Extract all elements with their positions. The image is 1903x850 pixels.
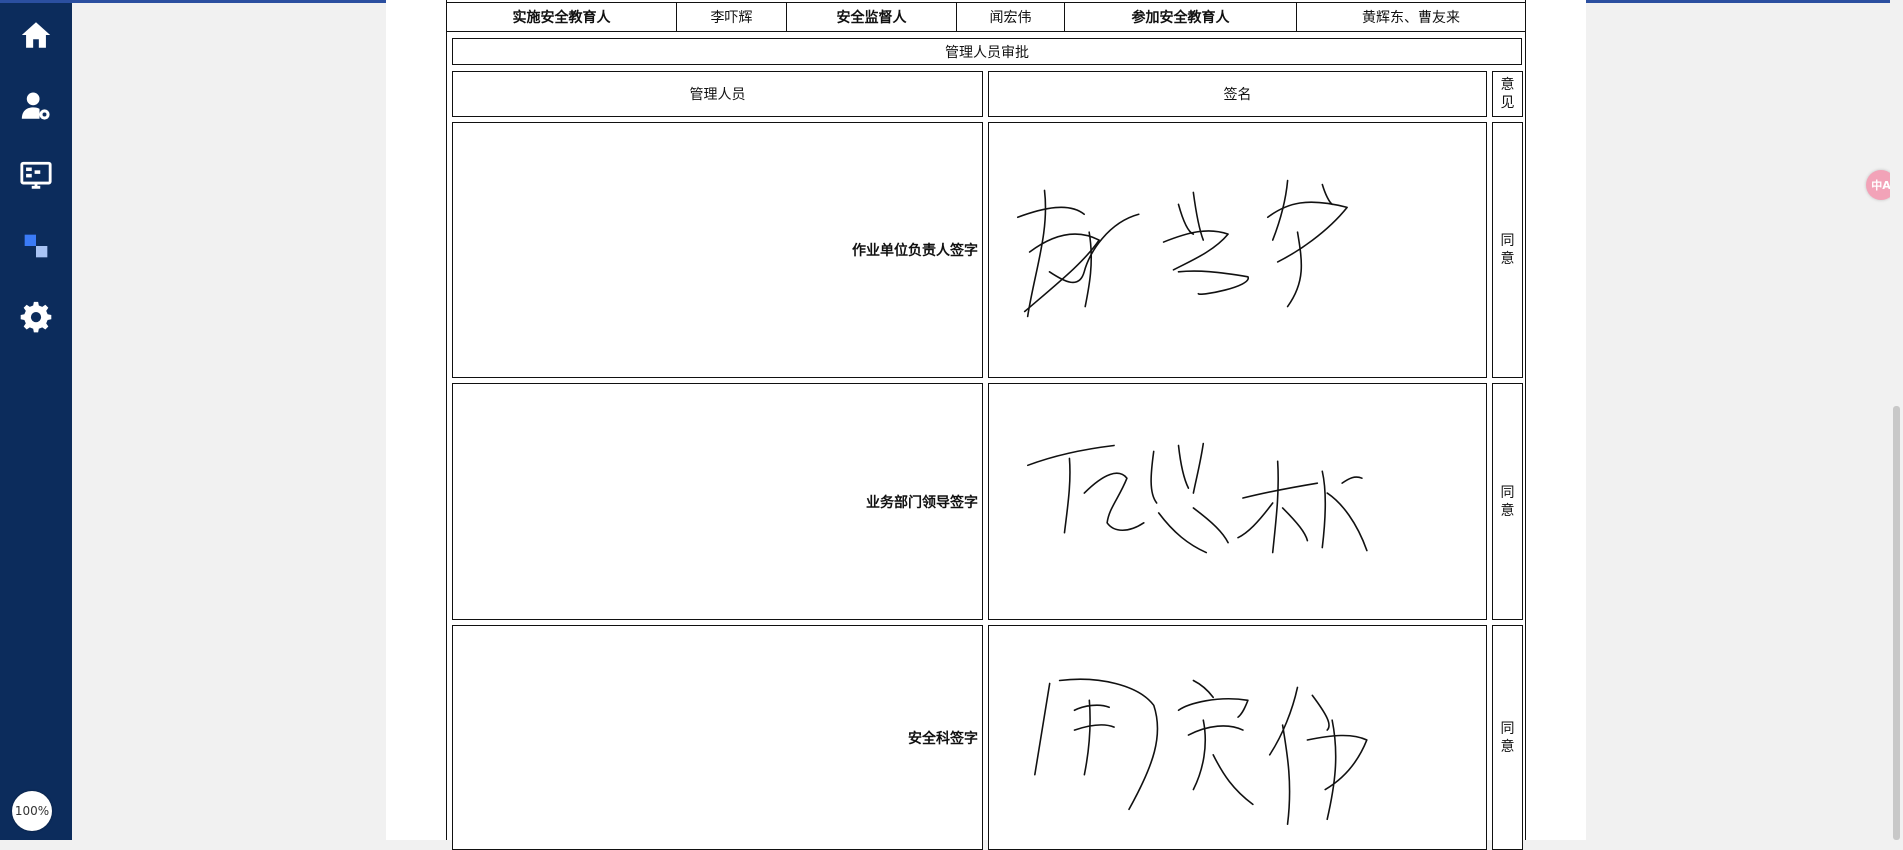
signature-pad-safety-dept[interactable]	[988, 625, 1487, 850]
handwritten-signature-3	[1034, 678, 1368, 826]
education-info-row: 实施安全教育人 李吓辉 安全监督人 闻宏伟 参加安全教育人 黄辉东、曹友来	[447, 2, 1525, 32]
header-signature: 签名	[988, 71, 1487, 117]
value-participants: 黄辉东、曹友来	[1362, 10, 1460, 26]
handwritten-signature-1	[1016, 179, 1348, 318]
role-unit-leader: 作业单位负责人签字	[452, 122, 983, 378]
sidebar-item-home[interactable]	[0, 7, 72, 63]
header-manager: 管理人员	[452, 71, 983, 117]
scrollbar-thumb[interactable]	[1893, 406, 1900, 840]
opinion-safety-dept: 同意	[1492, 625, 1523, 850]
handwritten-signature-2	[1026, 442, 1368, 554]
label-supervisor: 安全监督人	[787, 3, 957, 31]
user-gear-icon	[21, 92, 50, 120]
label-participants: 参加安全教育人	[1065, 3, 1297, 31]
monitor-icon	[20, 161, 52, 189]
zoom-level-badge[interactable]: 100%	[12, 791, 52, 831]
role-dept-leader: 业务部门领导签字	[452, 383, 983, 620]
document-page: 实施安全教育人 李吓辉 安全监督人 闻宏伟 参加安全教育人 黄辉东、曹友来 管理…	[386, 0, 1586, 850]
approval-section-title: 管理人员审批	[452, 38, 1522, 65]
sidebar-item-user-settings[interactable]	[0, 78, 72, 134]
value-supervisor: 闻宏伟	[957, 3, 1065, 31]
home-icon	[21, 22, 51, 48]
header-opinion: 意见	[1492, 71, 1523, 117]
opinion-dept-leader: 同意	[1492, 383, 1523, 620]
value-implementer: 李吓辉	[677, 3, 787, 31]
signature-pad-unit-leader[interactable]	[988, 122, 1487, 378]
opinion-unit-leader: 同意	[1492, 122, 1523, 378]
sidebar-item-settings[interactable]	[0, 288, 72, 344]
signature-pad-dept-leader[interactable]	[988, 383, 1487, 620]
sidebar-item-modules[interactable]	[0, 218, 72, 274]
gear-icon	[20, 301, 52, 333]
squares-icon	[24, 234, 48, 258]
role-safety-dept: 安全科签字	[452, 625, 983, 850]
sidebar-item-monitor[interactable]	[0, 148, 72, 204]
label-implementer: 实施安全教育人	[447, 3, 677, 31]
work-permit-form: 实施安全教育人 李吓辉 安全监督人 闻宏伟 参加安全教育人 黄辉东、曹友来 管理…	[446, 0, 1526, 850]
sidebar: 100%	[0, 3, 72, 840]
